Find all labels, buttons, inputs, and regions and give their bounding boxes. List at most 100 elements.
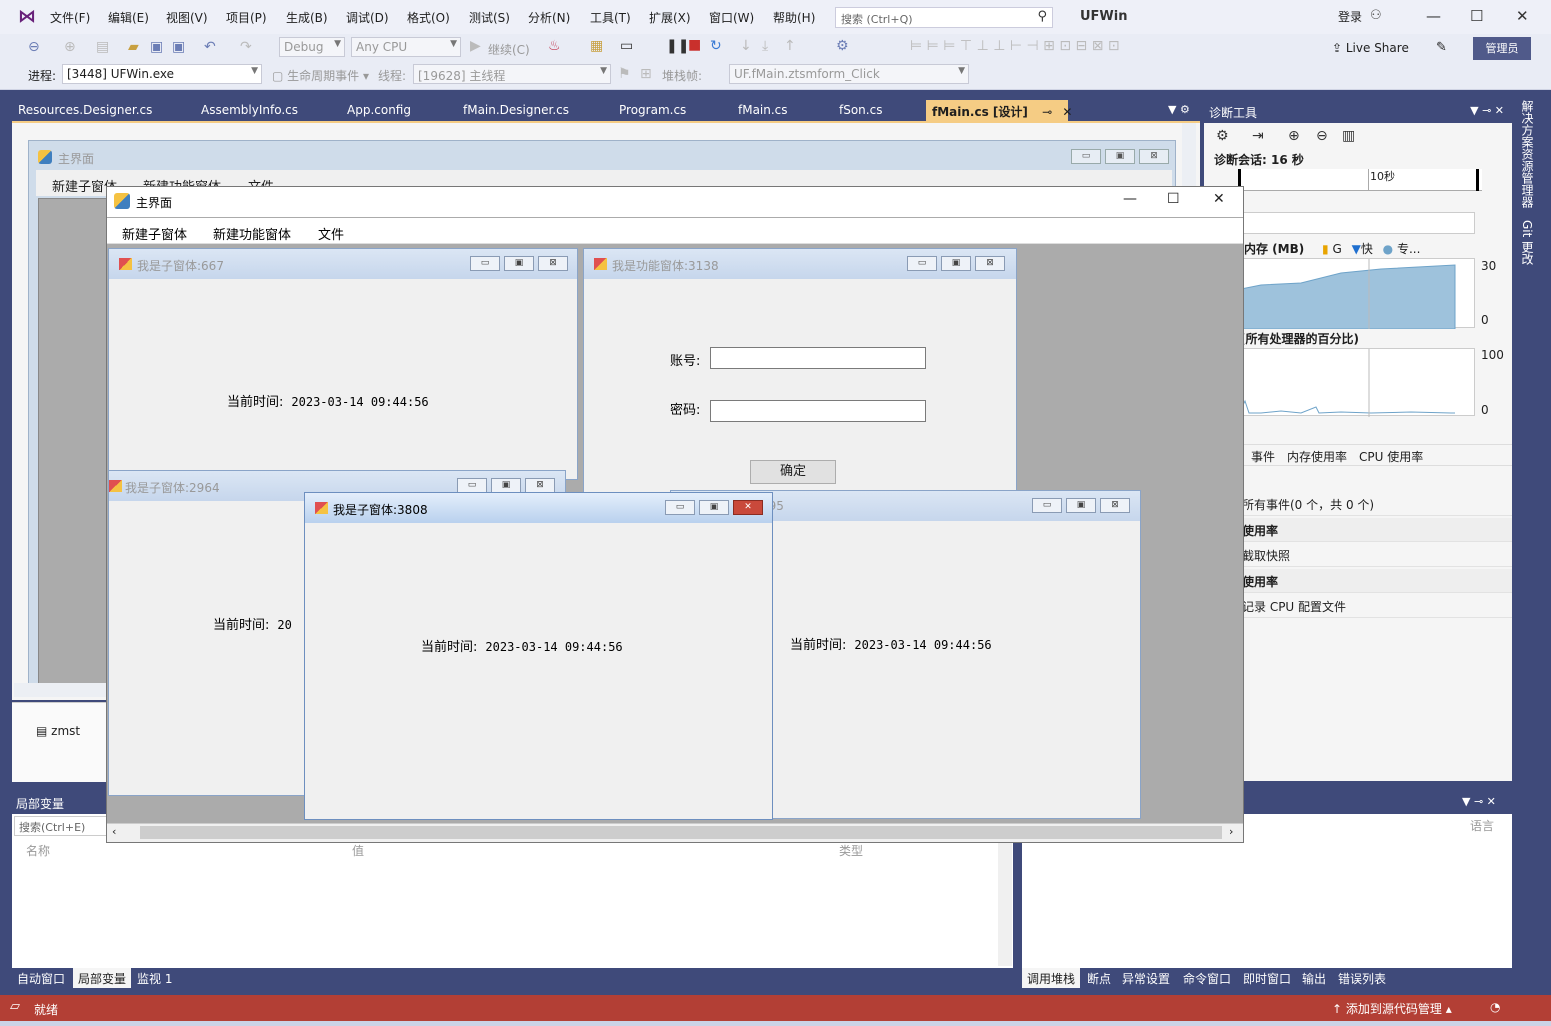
scroll-left-icon[interactable]: ‹ [112,825,116,838]
layout-icon[interactable]: ▭ [620,38,633,54]
save-icon[interactable]: ▣ [150,39,163,55]
side-tab-solution-explorer[interactable]: 解决方案资源管理器 [1519,100,1536,208]
tab-locals[interactable]: 局部变量 [73,968,132,988]
settings-icon[interactable]: ⚙ [1216,128,1229,144]
app-close-icon[interactable]: ✕ [1213,191,1225,207]
undo-icon[interactable]: ↶ [204,39,216,55]
close-icon[interactable]: ✕ [1516,7,1529,25]
back-icon[interactable]: ⊖ [28,39,40,55]
process-select[interactable]: [3448] UFWin.exe ▼ [62,64,262,84]
account-icon[interactable]: ⚇ [1370,8,1382,23]
child-close-icon[interactable]: ⊠ [525,478,555,493]
child-minimize-icon[interactable]: ▭ [665,500,695,515]
tab-error-list[interactable]: 错误列表 [1333,968,1391,988]
designer-horizontal-scrollbar[interactable] [14,683,106,697]
menu-build[interactable]: 生成(B) [286,9,328,26]
tab-program[interactable]: Program.cs [613,100,692,121]
notifications-bell-icon[interactable]: ◔ [1490,1000,1500,1014]
child-close-icon[interactable]: ✕ [733,500,763,515]
locals-scrollbar[interactable] [998,842,1012,966]
menu-test[interactable]: 测试(S) [469,9,510,26]
menu-window[interactable]: 窗口(W) [709,9,754,26]
tab-immediate-window[interactable]: 即时窗口 [1238,968,1296,988]
diag-panel-options-icon[interactable]: ▼ ⊸ ✕ [1470,104,1504,117]
function-minimize-icon[interactable]: ▭ [907,256,937,271]
redo-icon[interactable]: ↷ [240,39,252,55]
app-menu-new-child[interactable]: 新建子窗体 [122,224,187,243]
flag-icon[interactable]: ⚑ [618,66,631,82]
child-maximize-icon[interactable]: ▣ [1066,498,1096,513]
pause-icon[interactable]: ❚❚ [666,38,689,54]
child-maximize-icon[interactable]: ▣ [504,256,534,271]
add-to-source-control-button[interactable]: ↑ 添加到源代码管理 ▴ [1332,1000,1452,1017]
side-tab-git-changes[interactable]: Git 更改 [1519,220,1536,265]
app-minimize-icon[interactable]: — [1123,191,1137,207]
menu-project[interactable]: 项目(P) [226,9,267,26]
app-menu-file[interactable]: 文件 [318,224,344,243]
menu-edit[interactable]: 编辑(E) [108,9,149,26]
child-window-3808[interactable]: 我是子窗体:3808 ▭ ▣ ✕ 当前时间: 2023-03-14 09:44:5… [304,492,773,820]
stop-icon[interactable]: ■ [688,37,701,53]
app-title-bar[interactable] [107,187,1243,217]
tab-close-icon[interactable]: ✕ [1062,105,1072,119]
menu-help[interactable]: 帮助(H) [773,9,815,26]
diag-tab-memory[interactable]: 内存使用率 [1287,448,1347,465]
maximize-icon[interactable]: ☐ [1470,7,1483,25]
visual-studio-logo-icon[interactable]: ⋈ [16,6,38,28]
child-close-icon[interactable]: ⊠ [1100,498,1130,513]
child-maximize-icon[interactable]: ▣ [491,478,521,493]
diagnostics-icon[interactable]: ⚙ [836,38,849,54]
step-into-icon[interactable]: ↓ [740,38,752,54]
tab-fmain-design[interactable]: fMain.cs [设计] ⊸ ✕ [926,100,1072,121]
tab-watch1[interactable]: 监视 1 [132,968,177,988]
tab-overflow-icon[interactable]: ▼ ⚙ [1168,103,1190,116]
live-share-button[interactable]: ⇪ Live Share [1332,41,1409,55]
diag-tab-events[interactable]: 事件 [1251,448,1275,465]
child-minimize-icon[interactable]: ▭ [1032,498,1062,513]
locals-col-value[interactable]: 值 [352,842,364,859]
child-maximize-icon[interactable]: ▣ [699,500,729,515]
app-hscroll-thumb[interactable] [140,826,1222,839]
reset-view-icon[interactable]: ▥ [1342,128,1355,144]
tab-resources-designer[interactable]: Resources.Designer.cs [12,100,158,121]
tab-exception-settings[interactable]: 异常设置 [1117,968,1175,988]
align-icons[interactable]: ⊨ ⊨ ⊨ ⊤ ⊥ ⊥ ⊢ ⊣ ⊞ ⊡ ⊟ ⊠ ⊡ [910,38,1120,54]
restart-icon[interactable]: ↻ [710,38,722,54]
minimize-icon[interactable]: — [1426,7,1441,25]
play-icon[interactable]: ▶ [470,38,481,54]
step-over-icon[interactable]: ⤓ [762,38,768,54]
lifecycle-events-button[interactable]: ▢ 生命周期事件 ▾ [272,67,369,84]
process-icon[interactable]: ▦ [590,38,603,54]
panel-options-icon[interactable]: ▼ ⊸ ✕ [1462,795,1496,808]
continue-button[interactable]: 继续(C) [488,41,530,58]
tab-assemblyinfo[interactable]: AssemblyInfo.cs [195,100,304,121]
notification-icon[interactable]: ▱ [10,999,20,1014]
hot-reload-icon[interactable]: ♨ [548,38,561,54]
account-input[interactable] [710,347,926,369]
function-maximize-icon[interactable]: ▣ [941,256,971,271]
function-window-3138[interactable]: 我是功能窗体:3138 ▭ ▣ ⊠ 账号: 密码: 确定 [583,248,1017,496]
timeline-ruler[interactable] [1238,169,1482,191]
callstack-col-language[interactable]: 语言 [1470,817,1494,834]
diag-row-all-events[interactable]: 所有事件(0 个，共 0 个) [1204,492,1512,516]
new-item-icon[interactable]: ▤ [96,39,109,55]
menu-file[interactable]: 文件(F) [50,9,90,26]
menu-format[interactable]: 格式(O) [407,9,450,26]
pin-icon[interactable]: ⊸ [1042,105,1052,119]
child-close-icon[interactable]: ⊠ [538,256,568,271]
tab-output[interactable]: 输出 [1297,968,1331,988]
cpu-chart[interactable] [1240,348,1475,417]
export-icon[interactable]: ⇥ [1252,128,1264,144]
forward-icon[interactable]: ⊕ [64,39,76,55]
tray-component[interactable]: ▤ zmst [36,724,80,738]
open-folder-icon[interactable]: ▰ [128,39,139,55]
tab-fson[interactable]: fSon.cs [833,100,888,121]
take-snapshot-link[interactable]: 截取快照 [1204,543,1512,567]
tab-autos[interactable]: 自动窗口 [12,968,70,988]
zoom-out-icon[interactable]: ⊖ [1316,128,1328,144]
tab-app-config[interactable]: App.config [341,100,417,121]
vs-search-input[interactable]: 搜索 (Ctrl+Q) ⚲ [835,7,1053,28]
locals-col-type[interactable]: 类型 [839,842,863,859]
step-out-icon[interactable]: ↑ [784,38,796,54]
feedback-icon[interactable]: ✎ [1436,40,1447,55]
